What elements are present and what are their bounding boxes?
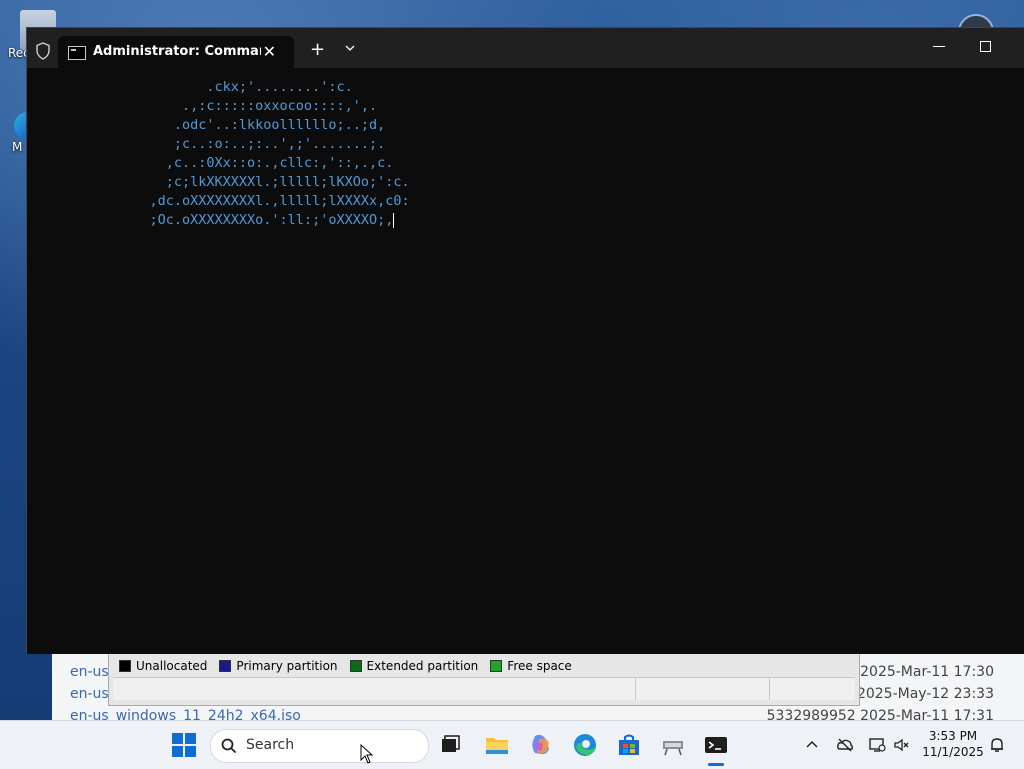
file-row-meta: 2025-May-12 23:33 bbox=[856, 686, 994, 702]
maximize-button[interactable] bbox=[980, 41, 991, 52]
text-cursor bbox=[393, 212, 395, 228]
desktop-icon-label: M bbox=[12, 140, 23, 154]
legend-label: Extended partition bbox=[366, 659, 479, 673]
disk-legend: Unallocated Primary partition Extended p… bbox=[113, 657, 855, 675]
file-row-meta: 5332989952 2025-Mar-11 17:31 bbox=[766, 708, 994, 720]
task-view-icon[interactable] bbox=[436, 731, 464, 759]
terminal-window[interactable]: Administrator: Command Pro ✕ + .ckx;'...… bbox=[26, 27, 1024, 654]
network-tool-icon[interactable] bbox=[659, 731, 687, 759]
console-line: ,dc.oXXXXXXXXl.,lllll;lXXXXx,c0: bbox=[117, 193, 410, 209]
edge-icon[interactable] bbox=[571, 731, 599, 759]
legend-label: Primary partition bbox=[236, 659, 338, 673]
legend-item-extended: Extended partition bbox=[344, 659, 479, 673]
network-icon[interactable] bbox=[868, 736, 886, 754]
mouse-pointer-icon bbox=[360, 744, 374, 764]
notification-bell-icon[interactable] bbox=[988, 736, 1006, 754]
command-prompt-icon bbox=[68, 46, 86, 60]
legend-swatch bbox=[119, 660, 131, 672]
legend-label: Unallocated bbox=[136, 659, 208, 673]
file-row-name[interactable]: en-us_windows_11_24h2_x64.iso bbox=[70, 708, 301, 720]
divider bbox=[769, 678, 770, 700]
clock-time: 3:53 PM bbox=[928, 729, 978, 743]
desktop-icon-edge[interactable]: M bbox=[0, 112, 28, 154]
legend-item-primary: Primary partition bbox=[213, 659, 338, 673]
console-line: .odc'..:lkkoollllllo;..;d, bbox=[117, 117, 386, 133]
console-line: ;c..:o:..;:..',;'.......;. bbox=[117, 136, 386, 152]
start-button[interactable] bbox=[172, 733, 196, 757]
file-row-name[interactable]: en-us bbox=[70, 664, 109, 686]
search-icon bbox=[221, 738, 237, 754]
file-explorer-icon[interactable] bbox=[483, 731, 511, 759]
desktop-icon-label: Rec bbox=[8, 46, 30, 60]
copilot-icon[interactable] bbox=[527, 731, 555, 759]
disk-legend-window: Unallocated Primary partition Extended p… bbox=[108, 652, 860, 706]
console-line: ;c;lkXKXXXXl.;lllll;lKXOo;':c. bbox=[117, 174, 410, 190]
windows-logo-icon bbox=[172, 733, 183, 744]
cloud-off-icon[interactable] bbox=[836, 736, 854, 754]
console-output[interactable]: .ckx;'........':c. .,:c:::::oxxocoo::::,… bbox=[117, 78, 410, 230]
legend-item-free: Free space bbox=[484, 659, 572, 673]
console-line: .ckx;'........':c. bbox=[117, 79, 353, 95]
volume-off-icon[interactable] bbox=[893, 736, 911, 754]
file-row-meta: 2025-Mar-11 17:30 bbox=[860, 664, 994, 680]
taskbar: Search 3:53 PM 11/1/2025 bbox=[0, 720, 1024, 769]
minimize-button[interactable] bbox=[933, 46, 945, 47]
new-tab-button[interactable]: + bbox=[310, 39, 325, 60]
taskbar-clock[interactable]: 3:53 PM 11/1/2025 bbox=[920, 728, 986, 760]
console-line: .,:c:::::oxxocoo::::,',. bbox=[117, 98, 378, 114]
legend-swatch bbox=[490, 660, 503, 672]
divider bbox=[635, 678, 636, 700]
desktop-icon-recycle-bin[interactable]: Rec bbox=[0, 10, 56, 60]
active-app-indicator bbox=[708, 763, 724, 766]
terminal-icon[interactable] bbox=[702, 731, 730, 759]
console-line: ,c..:0Xx::o:.,cllc:,'::,.,c. bbox=[117, 155, 394, 171]
store-icon[interactable] bbox=[615, 731, 643, 759]
shield-icon bbox=[36, 42, 50, 60]
legend-swatch bbox=[349, 660, 362, 672]
file-row-name[interactable]: en-us bbox=[70, 686, 109, 708]
legend-item-unallocated: Unallocated bbox=[113, 659, 207, 673]
legend-swatch bbox=[219, 660, 232, 672]
taskbar-search[interactable]: Search bbox=[210, 729, 429, 763]
clock-date: 11/1/2025 bbox=[922, 745, 984, 759]
tab-title: Administrator: Command Pro bbox=[93, 44, 261, 59]
chevron-up-icon[interactable] bbox=[803, 736, 821, 754]
tab-command-prompt[interactable]: Administrator: Command Pro ✕ bbox=[58, 36, 294, 68]
chevron-down-icon[interactable] bbox=[343, 41, 357, 55]
tab-close-button[interactable]: ✕ bbox=[263, 42, 276, 61]
console-line: ;Oc.oXXXXXXXXo.':ll:;'oXXXXO;, bbox=[117, 212, 394, 228]
legend-lower-bar bbox=[113, 677, 855, 700]
legend-label: Free space bbox=[507, 659, 572, 673]
terminal-titlebar[interactable]: Administrator: Command Pro ✕ + bbox=[27, 28, 1024, 68]
search-placeholder: Search bbox=[246, 737, 295, 753]
